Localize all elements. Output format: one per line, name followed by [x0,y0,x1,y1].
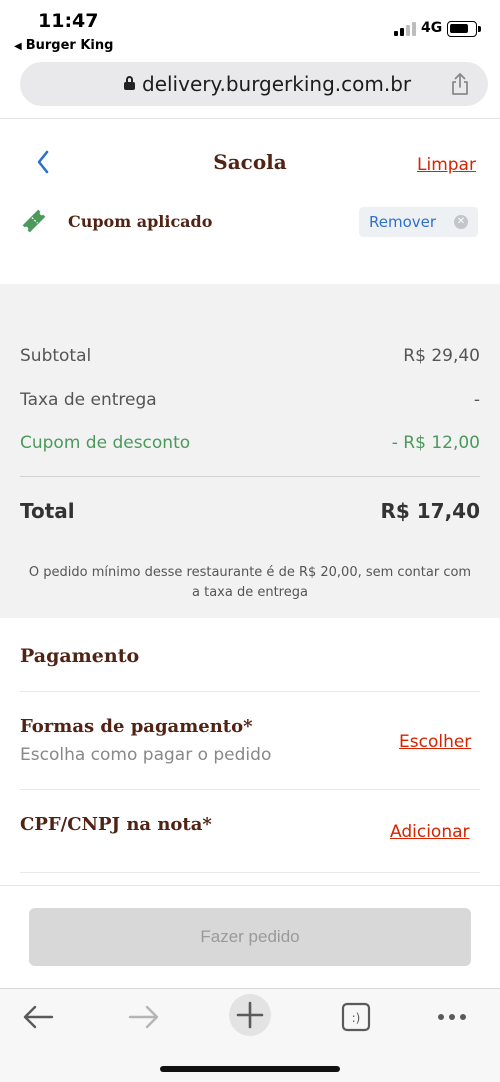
add-cpf-link[interactable]: Adicionar [390,822,470,842]
subtotal-value: R$ 29,40 [403,346,480,366]
back-to-app-link[interactable]: ◀ Burger King [14,38,113,53]
arrow-left-icon[interactable] [18,997,58,1037]
total-label: Total [20,499,75,523]
clear-bag-link[interactable]: Limpar [417,155,476,175]
delivery-fee-value: - [473,390,480,410]
delivery-fee-label: Taxa de entrega [20,390,157,410]
status-time: 11:47 [38,10,99,32]
back-triangle-icon: ◀ [14,41,22,52]
payment-divider [20,789,480,790]
place-order-label: Fazer pedido [200,927,300,946]
summary-divider [20,476,480,477]
ticket-icon [22,209,46,233]
network-type: 4G [421,20,443,36]
payment-divider [20,691,480,692]
choose-payment-link[interactable]: Escolher [399,732,471,752]
coupon-applied-label: Cupom aplicado [68,212,213,231]
payment-methods-subtitle: Escolha como pagar o pedido [20,745,272,765]
payment-divider [20,872,480,873]
payment-methods-title: Formas de pagamento* [20,716,253,737]
home-indicator [160,1066,340,1072]
address-bar[interactable]: delivery.burgerking.com.br [20,62,488,106]
plus-icon[interactable] [228,993,272,1037]
subtotal-label: Subtotal [20,346,92,366]
lock-icon [124,76,135,90]
battery-icon [447,21,481,37]
header-divider [0,118,500,119]
receipt-edge [0,284,500,300]
status-bar: 11:47 ◀ Burger King 4G [0,0,500,60]
close-circle-icon: ✕ [454,215,468,229]
remove-coupon-button[interactable]: Remover ✕ [359,207,478,237]
svg-text::): :) [352,1011,361,1025]
payment-section-title: Pagamento [20,645,140,667]
cpf-cnpj-title: CPF/CNPJ na nota* [20,814,212,835]
back-app-label: Burger King [25,38,114,53]
more-icon[interactable] [432,997,472,1037]
remove-coupon-label: Remover [369,213,437,231]
total-value: R$ 17,40 [380,499,480,523]
tabs-icon[interactable]: :) [336,997,376,1037]
arrow-right-icon[interactable] [124,997,164,1037]
footer-divider [0,885,500,886]
signal-icon [394,22,416,36]
minimum-order-note: O pedido mínimo desse restaurante é de R… [28,565,472,600]
share-icon[interactable] [450,72,470,96]
discount-label: Cupom de desconto [20,433,191,453]
url-text: delivery.burgerking.com.br [142,72,412,96]
place-order-button[interactable]: Fazer pedido [29,908,471,966]
discount-value: - R$ 12,00 [391,433,480,453]
